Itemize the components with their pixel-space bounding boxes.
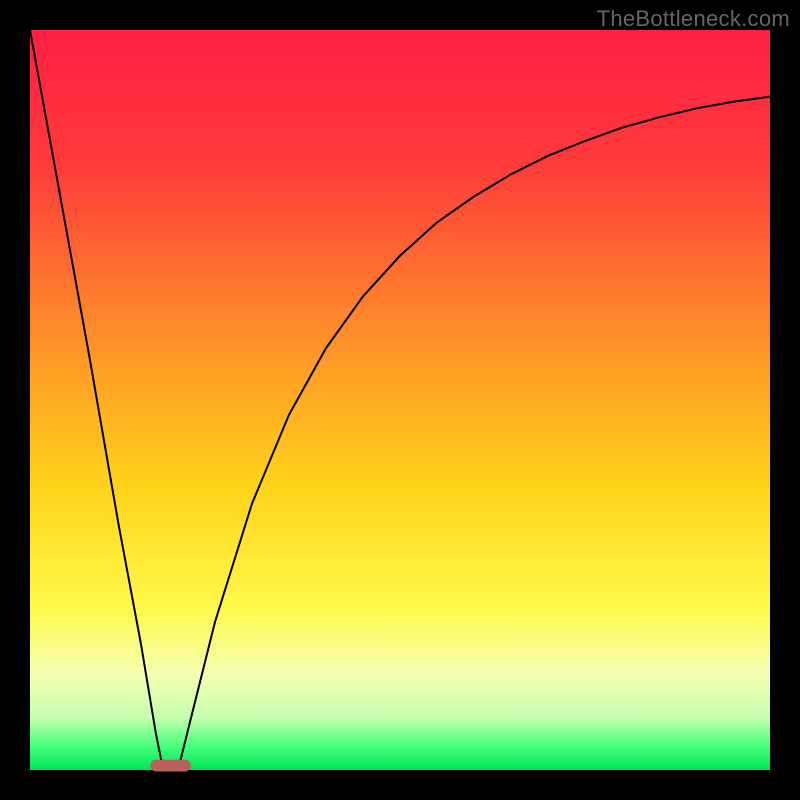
watermark-label: TheBottleneck.com <box>597 6 790 32</box>
chart-plot <box>30 30 770 770</box>
gradient-background <box>30 30 770 770</box>
chart-frame: TheBottleneck.com <box>0 0 800 800</box>
bottleneck-marker <box>150 760 191 772</box>
